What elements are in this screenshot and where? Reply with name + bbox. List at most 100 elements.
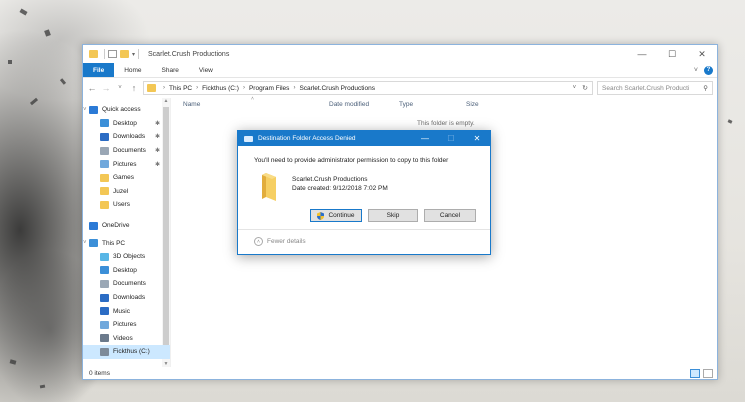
music-icon [100,307,109,316]
search-placeholder: Search Scarlet.Crush Producti [602,84,690,92]
expand-ribbon-icon[interactable]: ˅ [694,67,698,74]
sidebar-item-downloads[interactable]: Downloads ✱ [83,130,170,144]
cloud-icon [89,221,98,230]
pictures-icon [100,160,109,169]
star-icon [89,105,98,114]
sidebar-item-onedrive[interactable]: OneDrive [83,219,170,233]
ribbon: File Home Share View ˅ ? [83,63,717,78]
tab-share[interactable]: Share [152,63,189,77]
chevron-right-icon: › [196,85,199,91]
address-bar[interactable]: › This PC › Fickthus (C:) › Program File… [143,81,593,95]
cancel-label: Cancel [439,212,461,219]
sidebar-item-label: Downloads [113,133,146,141]
column-date-modified[interactable]: Date modified [329,101,369,108]
sidebar-item-label: Videos [113,334,133,342]
computer-icon [89,239,98,248]
sidebar-item-pictures[interactable]: Pictures ✱ [83,157,170,171]
status-bar: 0 items [83,367,717,379]
pin-icon[interactable]: ✱ [155,147,160,154]
continue-button[interactable]: Continue [310,209,362,222]
cancel-button[interactable]: Cancel [424,209,476,222]
large-icons-view-icon[interactable] [703,368,713,378]
up-button[interactable]: ↑ [129,83,139,93]
address-dropdown-icon[interactable]: ˅ [573,85,577,91]
sort-up-icon: ˄ [251,96,254,102]
dialog-divider [238,229,490,230]
tab-home[interactable]: Home [114,63,151,77]
sidebar-item-quick-access[interactable]: ˅ Quick access [83,103,170,117]
pin-icon[interactable]: ✱ [155,120,160,127]
forward-button[interactable]: → [101,83,111,93]
wallpaper-shard [9,359,17,365]
folder-icon [262,173,276,201]
details-view-icon[interactable] [690,368,700,378]
sidebar-item-videos[interactable]: Videos [83,332,170,346]
chevron-down-icon[interactable]: ˅ [83,107,87,113]
documents-icon [100,146,109,155]
skip-button[interactable]: Skip [368,209,418,222]
wallpaper-shard [727,119,733,124]
tab-file[interactable]: File [83,63,115,77]
sidebar-item-pictures[interactable]: Pictures [83,318,170,332]
sidebar-item-music[interactable]: Music [83,304,170,318]
continue-label: Continue [328,212,355,219]
window-controls: — ☐ ✕ [627,45,717,63]
sidebar-item-3d-objects[interactable]: 3D Objects [83,250,170,264]
breadcrumb-program-files[interactable]: Program Files [249,85,289,92]
sidebar-item-documents[interactable]: Documents ✱ [83,144,170,158]
column-type[interactable]: Type [399,101,413,108]
dialog-minimize-button[interactable]: — [412,134,438,143]
close-button[interactable]: ✕ [687,45,717,63]
sidebar-item-fickthus-c[interactable]: Fickthus (C:) [83,345,170,359]
sidebar-item-label: 3D Objects [113,253,146,261]
sidebar-item-this-pc[interactable]: ˅ This PC [83,236,170,250]
chevron-up-icon: ˄ [254,237,263,246]
sidebar-item-label: OneDrive [102,222,130,230]
properties-icon[interactable] [108,50,117,58]
sidebar-item-label: Juzel [113,187,129,195]
chevron-down-icon[interactable]: ˅ [83,240,87,246]
sidebar-item-desktop[interactable]: Desktop ✱ [83,117,170,131]
help-icon[interactable]: ? [704,65,713,75]
folder-icon [89,50,98,58]
chevron-right-icon: › [242,85,245,91]
breadcrumb-current[interactable]: Scarlet.Crush Productions [299,85,375,92]
folder-icon [100,200,109,209]
refresh-icon[interactable]: ↻ [582,84,588,92]
column-name[interactable]: Name [183,101,200,108]
dialog-close-button[interactable]: ✕ [464,134,490,143]
recent-locations-icon[interactable]: ˅ [115,85,125,91]
back-button[interactable]: ← [87,83,97,93]
skip-label: Skip [386,212,400,219]
minimize-button[interactable]: — [627,45,657,63]
folder-icon [147,84,156,92]
wallpaper-shard [8,60,12,64]
video-icon [100,334,109,343]
sidebar-item-juzel[interactable]: Juzel [83,185,170,199]
quick-access-dropdown-icon[interactable]: ▾ [132,51,135,58]
fewer-details-label: Fewer details [267,238,306,245]
title-bar: ▾ Scarlet.Crush Productions — ☐ ✕ [83,45,717,63]
tab-view[interactable]: View [189,63,223,77]
sidebar-item-label: Desktop [113,119,137,127]
access-denied-dialog: Destination Folder Access Denied — ☐ ✕ Y… [237,130,491,255]
sidebar-item-label: Users [113,201,130,209]
sidebar-item-games[interactable]: Games [83,171,170,185]
sidebar-item-desktop[interactable]: Desktop [83,264,170,278]
maximize-button[interactable]: ☐ [657,45,687,63]
sidebar-item-users[interactable]: Users [83,198,170,212]
navigation-pane[interactable]: ▲ ▼ ˅ Quick access Desktop ✱ Downloads ✱ Docum… [83,98,171,367]
pin-icon[interactable]: ✱ [155,161,160,168]
breadcrumb-drive[interactable]: Fickthus (C:) [202,85,239,92]
wallpaper-shard [59,78,67,85]
new-folder-icon[interactable] [120,50,129,58]
pin-icon[interactable]: ✱ [155,133,160,140]
dialog-title: Destination Folder Access Denied [258,135,356,142]
column-size[interactable]: Size [466,101,479,108]
sidebar-item-downloads[interactable]: Downloads [83,291,170,305]
breadcrumb-this-pc[interactable]: This PC [169,85,192,92]
sidebar-item-label: Documents [113,147,146,155]
fewer-details-toggle[interactable]: ˄ Fewer details [254,237,306,246]
search-input[interactable]: Search Scarlet.Crush Producti ⚲ [597,81,713,95]
sidebar-item-documents[interactable]: Documents [83,277,170,291]
